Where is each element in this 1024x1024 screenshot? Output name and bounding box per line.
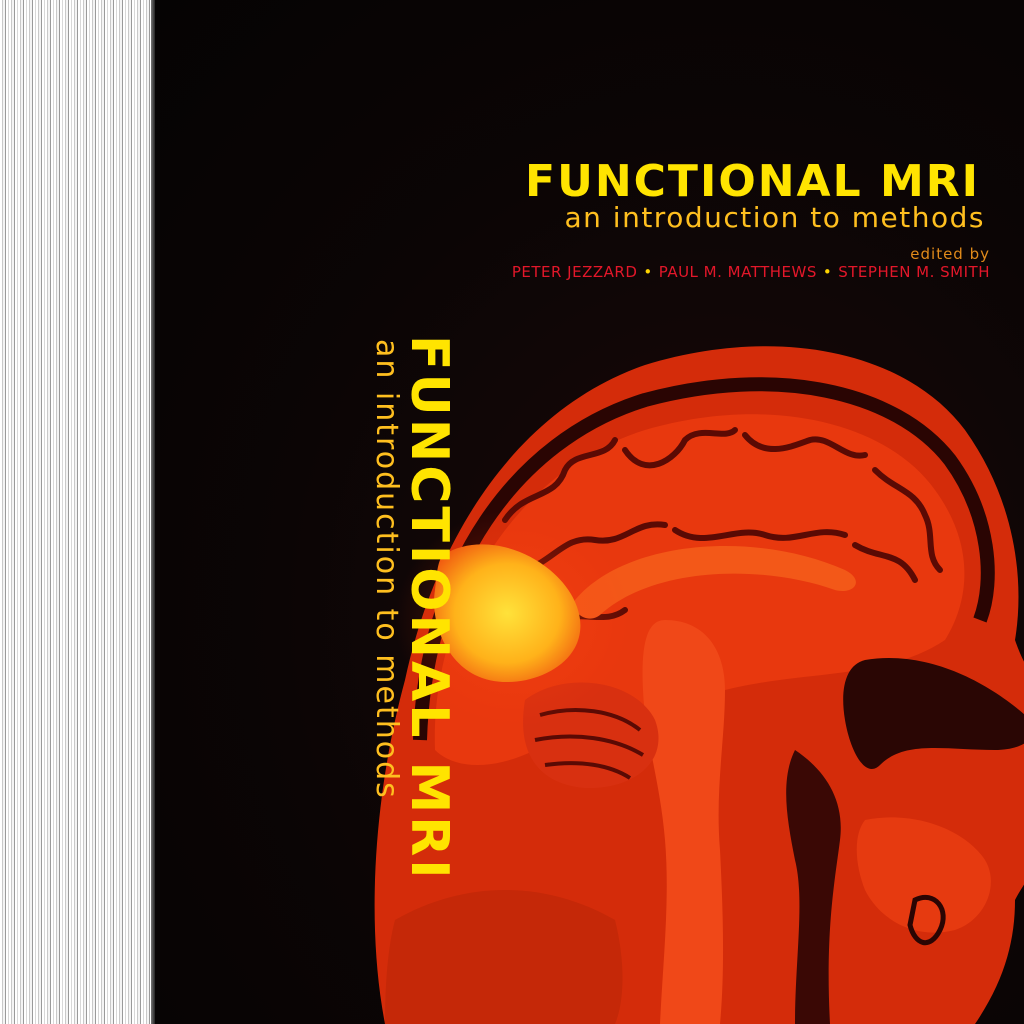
author-name: PETER JEZZARD [511,263,638,281]
spine-text: FUNCTIONAL MRI an introduction to method… [345,335,459,1015]
author-list: PETER JEZZARD • PAUL M. MATTHEWS • STEPHEN M… [315,263,990,281]
author-name: PAUL M. MATTHEWS [658,263,817,281]
spine-title: FUNCTIONAL MRI [399,335,459,882]
bullet-icon: • [822,263,833,281]
author-name: STEPHEN M. SMITH [838,263,990,281]
book-title: FUNCTIONAL MRI [525,156,980,207]
bullet-icon: • [643,263,653,281]
book-subtitle: an introduction to methods [564,201,985,234]
edited-by-label: edited by [910,245,990,263]
book-cover: FUNCTIONAL MRI an introduction to method… [155,0,1024,1024]
spine-subtitle: an introduction to methods [369,339,404,800]
page-edges [0,0,155,1024]
